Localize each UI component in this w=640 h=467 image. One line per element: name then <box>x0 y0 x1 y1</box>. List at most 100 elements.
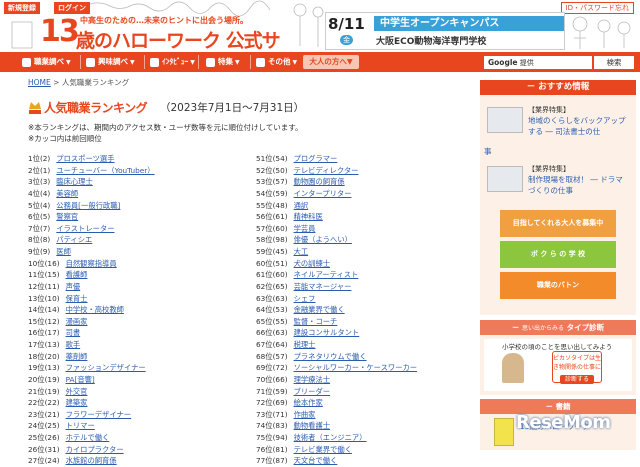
job-link[interactable]: 建築家 <box>66 398 88 407</box>
nav-item-feature[interactable]: 特集 ▼ <box>206 55 240 69</box>
job-link[interactable]: PA[音響] <box>66 375 95 384</box>
job-link[interactable]: 金融業界で働く <box>294 305 345 314</box>
job-link[interactable]: 技術者（エンジニア） <box>294 433 367 442</box>
job-link[interactable]: 声優 <box>66 282 81 291</box>
watermark: ReseMom <box>516 412 611 433</box>
nav-divider <box>250 55 251 69</box>
job-link[interactable]: 建設コンサルタント <box>294 328 360 337</box>
nav-item-interest[interactable]: 興味調べ ▼ <box>86 55 135 69</box>
job-link[interactable]: 理学療法士 <box>294 375 330 384</box>
search-input[interactable]: Google 提供 <box>484 56 592 69</box>
rank-position: 74位(83) <box>256 421 288 431</box>
feature-item[interactable]: 【業界特集】 制作現場を取材！ ― ドラマづくりの仕事 <box>484 164 632 200</box>
job-link[interactable]: イラストレーター <box>56 224 114 233</box>
job-link[interactable]: 精神科医 <box>294 212 323 221</box>
job-link[interactable]: 看護師 <box>66 270 88 279</box>
job-link[interactable]: テレビディレクター <box>294 166 359 175</box>
job-link[interactable]: 薬剤師 <box>66 352 88 361</box>
feature-item[interactable]: 【業界特集】 地域のくらしをバックアップする ― 司法書士の仕 事 <box>484 105 632 161</box>
job-link[interactable]: パティシエ <box>56 235 92 244</box>
job-link[interactable]: ソーシャルワーカー・ケースワーカー <box>294 363 418 372</box>
main-nav: 職業調べ ▼ 興味調べ ▼ ｲﾝﾀﾋﾞｭｰ ▼ 特集 ▼ その他 ▼ 大人の方へ▼ Goo… <box>0 52 640 72</box>
job-link[interactable]: 保育士 <box>66 294 88 303</box>
ranking-row: 62位(65) 芸能マネージャー <box>256 281 476 293</box>
register-button[interactable]: 新規登録 <box>4 2 40 14</box>
ranking-row: 76位(81) テレビ業界で働く <box>256 444 476 456</box>
job-link[interactable]: 学芸員 <box>294 224 316 233</box>
job-link[interactable]: 芸能マネージャー <box>294 282 352 291</box>
job-link[interactable]: プロスポーツ選手 <box>56 154 114 163</box>
ranking-row: 75位(94) 技術者（エンジニア） <box>256 432 476 444</box>
feature-thumbnail <box>487 166 523 192</box>
search-button[interactable]: 検索 <box>594 56 634 69</box>
job-link[interactable]: 中学校・高校教師 <box>66 305 124 314</box>
job-link[interactable]: 監督・コーチ <box>294 317 338 326</box>
job-link[interactable]: 天文台で働く <box>294 456 338 465</box>
job-link[interactable]: 警察官 <box>56 212 78 221</box>
job-link[interactable]: 医師 <box>56 247 71 256</box>
job-link[interactable]: 歌手 <box>66 340 81 349</box>
job-link[interactable]: ネイルアーティスト <box>294 270 359 279</box>
job-link[interactable]: カイロプラクター <box>66 445 124 454</box>
book-cover[interactable] <box>494 418 514 446</box>
adult-recruit-banner[interactable]: 目指してくれる大人を募集中 <box>500 210 616 237</box>
for-adults-button[interactable]: 大人の方へ▼ <box>303 55 359 69</box>
forgot-id-link[interactable]: ID・パスワード忘れ <box>560 2 634 14</box>
job-link[interactable]: トリマー <box>66 421 95 430</box>
job-link[interactable]: 公務員[一般行政職] <box>56 201 120 210</box>
chevron-down-icon: ▼ <box>235 59 240 66</box>
ranking-row: 60位(51) 犬の訓練士 <box>256 258 476 270</box>
rank-position: 26位(31) <box>28 444 60 454</box>
job-link[interactable]: 漫画家 <box>66 317 88 326</box>
breadcrumb-home[interactable]: HOME <box>28 78 51 87</box>
job-link[interactable]: 絵本作家 <box>294 398 323 407</box>
ranking-row: 10位(16) 自然観察指導員 <box>28 258 248 270</box>
job-link[interactable]: 犬の訓練士 <box>294 259 330 268</box>
job-link[interactable]: フラワーデザイナー <box>66 410 132 419</box>
nav-item-jobs[interactable]: 職業調べ ▼ <box>22 55 71 69</box>
diagnosis-header: － 思い出からみる タイプ診断 <box>480 320 636 335</box>
job-link[interactable]: 美容師 <box>56 189 78 198</box>
open-campus-banner[interactable]: 8/11 金 中学生オープンキャンパス 大阪ECO動物海洋専門学校 <box>325 12 565 50</box>
job-link[interactable]: 臨床心理士 <box>56 177 92 186</box>
feature-link-tail[interactable]: 事 <box>484 146 492 157</box>
nav-item-other[interactable]: その他 ▼ <box>256 55 297 69</box>
job-link[interactable]: 税理士 <box>294 340 316 349</box>
ranking-row: 26位(31) カイロプラクター <box>28 444 248 456</box>
ranking-row: 55位(48) 通訳 <box>256 200 476 212</box>
banner-school: 大阪ECO動物海洋専門学校 <box>376 37 487 47</box>
job-link[interactable]: プログラマー <box>294 154 338 163</box>
rank-position: 18位(20) <box>28 351 60 361</box>
diagnosis-widget[interactable]: 小学校の頃のことを思い出してみよう ピカソタイプは生き物関係の仕事に 診断する <box>484 339 632 391</box>
job-link[interactable]: 通訳 <box>294 201 309 210</box>
job-link[interactable]: ホテルで働く <box>66 433 110 442</box>
job-link[interactable]: 司書 <box>66 328 81 337</box>
job-link[interactable]: シェフ <box>294 294 316 303</box>
site-logo[interactable]: 13 中高生のための…未来のヒントに出会う場所。 歳のハローワーク 公式サイト <box>40 12 290 52</box>
job-link[interactable]: テレビ業界で働く <box>294 445 352 454</box>
job-link[interactable]: ユーチューバー（YouTuber） <box>56 166 154 175</box>
baton-banner[interactable]: 職業のバトン <box>500 272 616 299</box>
job-link[interactable]: 水族館の飼育係 <box>66 456 117 465</box>
job-link[interactable]: 俳優（ようへい） <box>294 235 352 244</box>
job-link[interactable]: 外交官 <box>66 387 88 396</box>
ranking-row: 72位(69) 絵本作家 <box>256 397 476 409</box>
job-link[interactable]: ブリーダー <box>294 387 330 396</box>
feature-link[interactable]: 制作現場を取材！ ― ドラマづくりの仕事 <box>528 175 628 196</box>
feature-link[interactable]: 地域のくらしをバックアップする ― 司法書士の仕 <box>528 116 628 137</box>
job-link[interactable]: ファッションデザイナー <box>66 363 146 372</box>
job-link[interactable]: 大工 <box>294 247 309 256</box>
ranking-row: 25位(26) ホテルで働く <box>28 432 248 444</box>
job-link[interactable]: 動物園の飼育係 <box>294 177 345 186</box>
nav-item-interview[interactable]: ｲﾝﾀﾋﾞｭｰ ▼ <box>150 55 195 69</box>
job-link[interactable]: 動物看護士 <box>294 421 330 430</box>
job-link[interactable]: プラネタリウムで働く <box>294 352 367 361</box>
rank-position: 3位(3) <box>28 177 51 187</box>
rank-position: 54位(59) <box>256 188 288 198</box>
nav-divider <box>198 55 199 69</box>
job-link[interactable]: 自然観察指導員 <box>66 259 117 268</box>
job-link[interactable]: 作曲家 <box>294 410 316 419</box>
diagnosis-start-button[interactable]: 診断する <box>560 375 594 384</box>
job-link[interactable]: インタープリター <box>294 189 352 198</box>
school-banner[interactable]: ボ ク ら の 学 校 <box>500 241 616 268</box>
